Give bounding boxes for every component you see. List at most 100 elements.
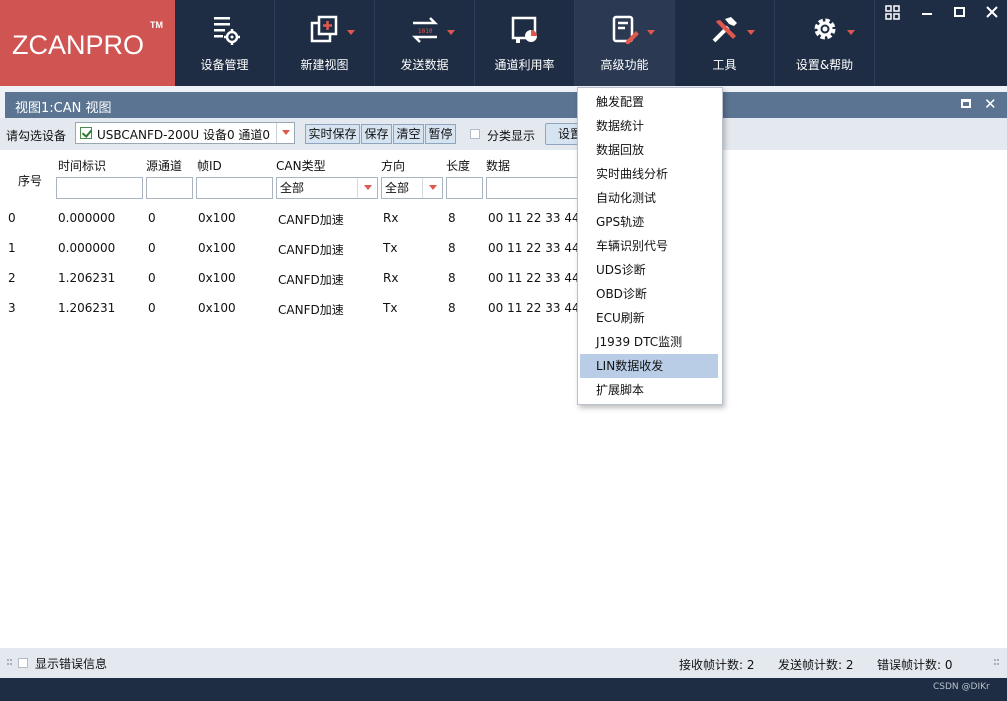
cell-can-type: CANFD加速 — [278, 273, 344, 287]
menu-item-realtime-curve[interactable]: 实时曲线分析 — [580, 162, 718, 186]
chevron-down-icon[interactable] — [276, 123, 295, 143]
view-maximize-icon[interactable] — [961, 99, 971, 108]
can-type-filter-select[interactable]: 全部 — [276, 177, 378, 199]
menu-item-data-replay[interactable]: 数据回放 — [580, 138, 718, 162]
tools-icon — [712, 17, 737, 43]
chevron-down-icon — [647, 30, 655, 35]
length-filter-input[interactable] — [446, 177, 483, 199]
send-data-button[interactable]: 1010 发送数据 — [375, 0, 475, 86]
cell-source-channel: 0 — [148, 241, 156, 255]
menu-item-vin[interactable]: 车辆识别代号 — [580, 234, 718, 258]
column-header-index: 序号 — [18, 174, 43, 188]
cell-index: 0 — [8, 211, 16, 225]
cell-direction: Rx — [383, 211, 399, 225]
tool-label: 新建视图 — [300, 58, 349, 72]
cell-timestamp: 1.206231 — [58, 301, 116, 315]
menu-item-uds-diagnosis[interactable]: UDS诊断 — [580, 258, 718, 282]
device-select-label: 请勾选设备 — [6, 129, 67, 143]
cell-can-type: CANFD加速 — [278, 303, 344, 317]
view-close-icon[interactable]: ✕ — [984, 95, 997, 113]
cell-index: 3 — [8, 301, 16, 315]
menu-item-trigger-config[interactable]: 触发配置 — [580, 90, 718, 114]
channel-usage-button[interactable]: 通道利用率 — [475, 0, 575, 86]
top-ribbon: ZCANPRO TM 设备管理 新建视图 1010 发送数据 通道利用率 高级功… — [0, 0, 1007, 86]
new-view-button[interactable]: 新建视图 — [275, 0, 375, 86]
cell-direction: Tx — [383, 301, 398, 315]
grip-icon — [994, 659, 999, 665]
message-table: 序号 时间标识 源通道 帧ID CAN类型 方向 长度 数据 全部 全部 0 0… — [0, 150, 1007, 648]
source-channel-filter-input[interactable] — [146, 177, 193, 199]
cell-length: 8 — [448, 271, 456, 285]
cell-frame-id: 0x100 — [198, 271, 236, 285]
cell-index: 2 — [8, 271, 16, 285]
menu-item-obd-diagnosis[interactable]: OBD诊断 — [580, 282, 718, 306]
direction-filter-select[interactable]: 全部 — [381, 177, 443, 199]
logo-text: ZCANPRO — [12, 30, 145, 60]
clear-button[interactable]: 清空 — [393, 124, 424, 144]
cell-can-type: CANFD加速 — [278, 213, 344, 227]
maximize-icon[interactable] — [949, 4, 971, 22]
classify-display-checkbox[interactable] — [470, 129, 480, 139]
send-data-icon: 1010 — [411, 17, 439, 43]
show-errors-checkbox[interactable] — [18, 658, 28, 668]
layout-grid-icon[interactable] — [882, 4, 904, 22]
window-controls — [876, 0, 1007, 28]
cell-length: 8 — [448, 301, 456, 315]
chevron-down-icon — [847, 30, 855, 35]
realtime-save-button[interactable]: 实时保存 — [305, 124, 360, 144]
settings-gear-icon — [814, 18, 836, 40]
view-toolbar: 请勾选设备 USBCANFD-200U 设备0 通道0 实时保存 保存 清空 暂… — [0, 118, 1007, 150]
cell-data: 00 11 22 33 44 — [488, 301, 580, 315]
view-title: 视图1:CAN 视图 — [15, 101, 112, 116]
device-select-combo[interactable]: USBCANFD-200U 设备0 通道0 — [75, 122, 295, 144]
grip-icon — [7, 659, 12, 665]
tool-label: 工具 — [712, 58, 737, 72]
menu-item-j1939-dtc[interactable]: J1939 DTC监测 — [580, 330, 718, 354]
column-header-data: 数据 — [486, 159, 511, 173]
menu-item-gps-track[interactable]: GPS轨迹 — [580, 210, 718, 234]
close-icon[interactable] — [981, 4, 1003, 22]
cell-frame-id: 0x100 — [198, 301, 236, 315]
minimize-icon[interactable] — [916, 4, 938, 22]
frame-id-filter-input[interactable] — [196, 177, 273, 199]
menu-item-lin-data[interactable]: LIN数据收发 — [580, 354, 718, 378]
watermark: CSDN @DIKr — [933, 682, 990, 692]
column-header-timestamp: 时间标识 — [58, 159, 107, 173]
rx-count: 接收帧计数: 2 — [679, 658, 755, 672]
menu-item-automation-test[interactable]: 自动化测试 — [580, 186, 718, 210]
menu-item-data-statistics[interactable]: 数据统计 — [580, 114, 718, 138]
direction-filter-value: 全部 — [385, 181, 410, 195]
chevron-down-icon — [447, 30, 455, 35]
device-manage-button[interactable]: 设备管理 — [175, 0, 275, 86]
advanced-function-icon — [612, 15, 639, 44]
error-count: 错误帧计数: 0 — [877, 658, 953, 672]
device-checkbox[interactable] — [80, 127, 92, 139]
tool-label: 发送数据 — [400, 58, 449, 72]
menu-item-extension-script[interactable]: 扩展脚本 — [580, 378, 718, 402]
tx-count: 发送帧计数: 2 — [778, 658, 854, 672]
tool-label: 通道利用率 — [494, 58, 555, 72]
classify-display-label: 分类显示 — [487, 129, 536, 143]
tools-button[interactable]: 工具 — [675, 0, 775, 86]
cell-direction: Tx — [383, 241, 398, 255]
data-filter-input[interactable] — [486, 177, 578, 199]
timestamp-filter-input[interactable] — [56, 177, 143, 199]
cell-timestamp: 1.206231 — [58, 271, 116, 285]
save-button[interactable]: 保存 — [361, 124, 392, 144]
channel-usage-icon — [511, 16, 537, 43]
chevron-down-icon[interactable] — [357, 178, 377, 198]
app-logo: ZCANPRO TM — [0, 0, 175, 86]
column-header-can-type: CAN类型 — [276, 159, 326, 173]
tool-label: 高级功能 — [600, 58, 649, 72]
advanced-function-button[interactable]: 高级功能 — [575, 0, 675, 86]
menu-item-ecu-flash[interactable]: ECU刷新 — [580, 306, 718, 330]
column-header-direction: 方向 — [381, 159, 406, 173]
advanced-function-menu: 触发配置 数据统计 数据回放 实时曲线分析 自动化测试 GPS轨迹 车辆识别代号… — [577, 87, 723, 405]
pause-button[interactable]: 暂停 — [425, 124, 456, 144]
settings-help-button[interactable]: 设置&帮助 — [775, 0, 875, 86]
chevron-down-icon[interactable] — [422, 178, 442, 198]
svg-text:1010: 1010 — [418, 28, 433, 35]
cell-timestamp: 0.000000 — [58, 241, 116, 255]
cell-source-channel: 0 — [148, 271, 156, 285]
cell-source-channel: 0 — [148, 301, 156, 315]
